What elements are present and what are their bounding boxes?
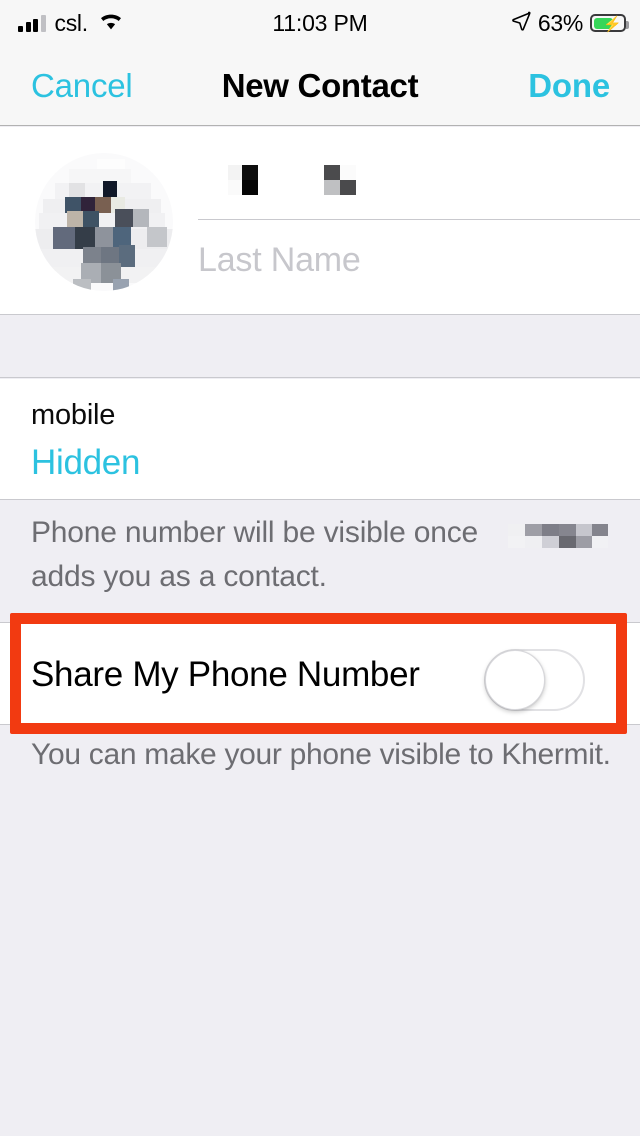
- share-my-phone-number-row[interactable]: Share My Phone Number: [0, 622, 640, 725]
- battery-percent-label: 63%: [537, 9, 583, 36]
- first-name-redacted-glyphs: [228, 165, 356, 195]
- done-button[interactable]: Done: [528, 46, 610, 125]
- contact-name-card: Last Name: [0, 127, 640, 314]
- name-fields: Last Name: [198, 127, 640, 314]
- phone-note-line-2: adds you as a contact.: [31, 560, 327, 593]
- battery-charging-icon: ⚡: [590, 14, 629, 33]
- phone-row[interactable]: mobile Hidden: [0, 379, 640, 500]
- phone-note-line-1: Phone number will be visible once: [31, 516, 609, 550]
- share-my-phone-number-label: Share My Phone Number: [31, 654, 420, 694]
- name-field-divider: [198, 219, 640, 220]
- last-name-field[interactable]: Last Name: [198, 223, 640, 297]
- phone-note-text-1: Phone number will be visible once: [31, 516, 478, 549]
- status-bar: csl. 11:03 PM 63% ⚡: [0, 0, 640, 46]
- last-name-placeholder: Last Name: [198, 240, 361, 279]
- share-footer-text: You can make your phone visible to Kherm…: [31, 738, 611, 771]
- toggle-knob: [485, 650, 545, 710]
- section-gap: [0, 314, 640, 378]
- share-footer-note: You can make your phone visible to Kherm…: [0, 734, 640, 794]
- phone-screen: csl. 11:03 PM 63% ⚡ Cancel New Contact D…: [0, 0, 640, 1136]
- status-bar-right: 63% ⚡: [511, 0, 629, 46]
- share-phone-number-section: Share My Phone Number: [0, 613, 640, 734]
- contact-name-redacted-glyphs: [508, 520, 609, 548]
- navigation-bar: Cancel New Contact Done: [0, 46, 640, 126]
- phone-visibility-note: Phone number will be visible once adds y…: [0, 500, 640, 613]
- clock-label: 11:03 PM: [272, 9, 368, 36]
- location-arrow-icon: [511, 11, 531, 36]
- share-my-phone-number-toggle[interactable]: [484, 649, 585, 711]
- empty-area: [0, 794, 640, 1136]
- phone-value[interactable]: Hidden: [31, 443, 140, 483]
- phone-label: mobile: [31, 399, 116, 431]
- first-name-field[interactable]: [198, 153, 640, 219]
- avatar[interactable]: [35, 153, 173, 291]
